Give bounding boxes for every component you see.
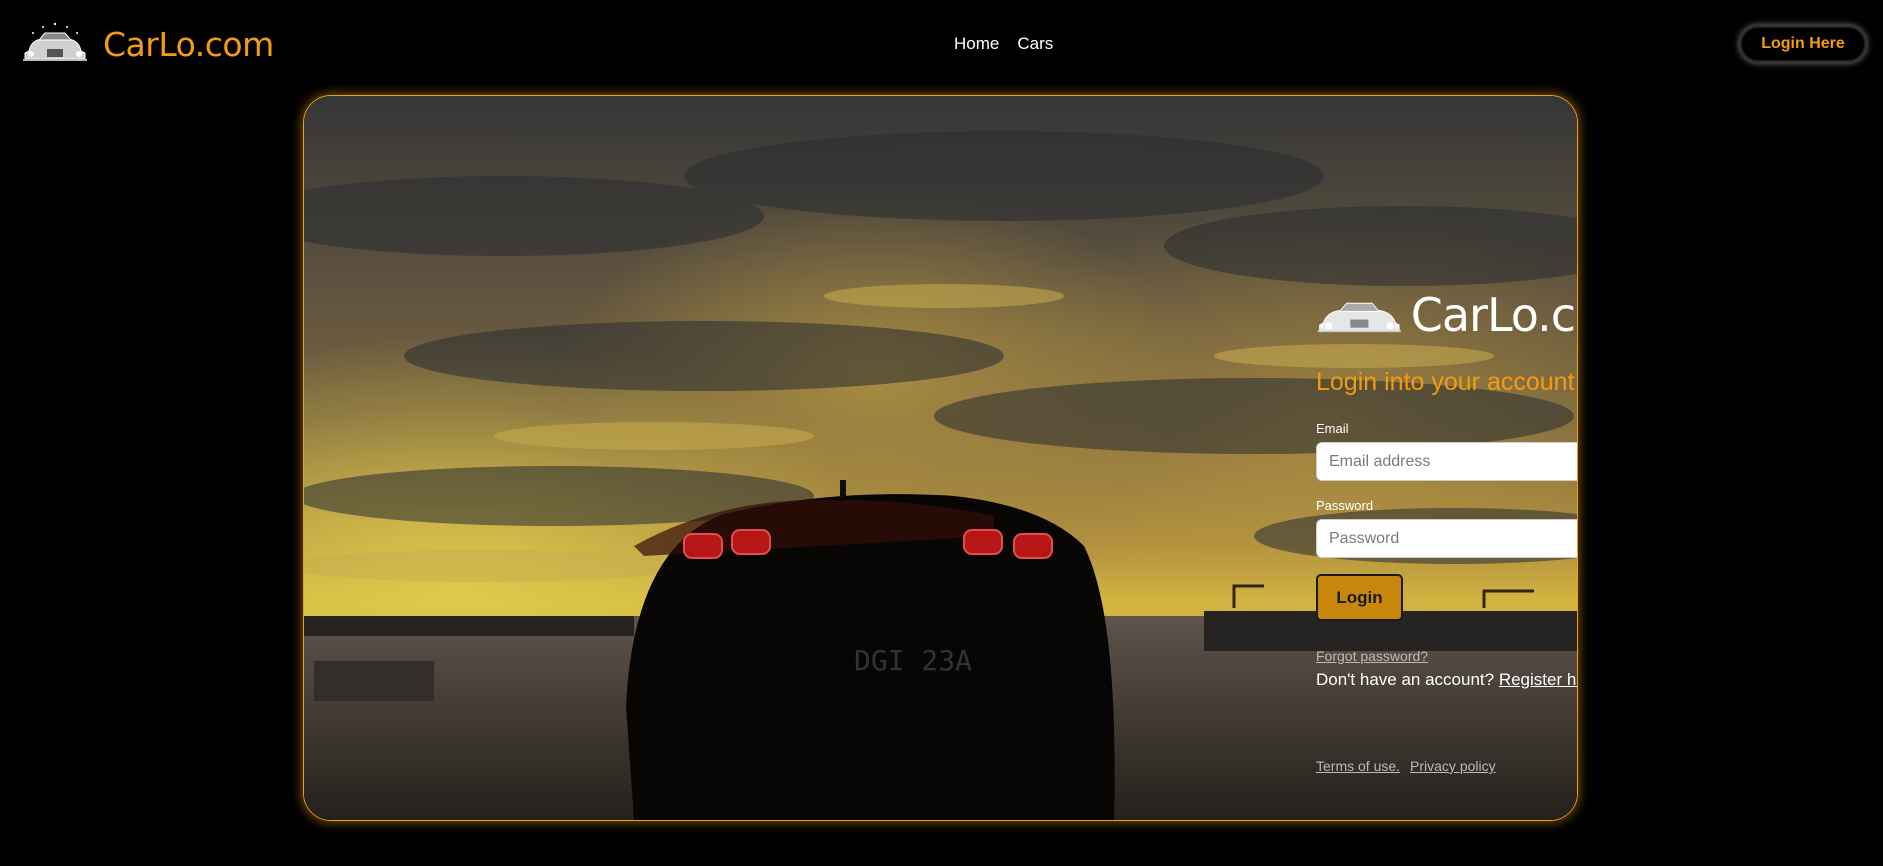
nav-link-home[interactable]: Home [954,34,999,54]
register-link[interactable]: Register here [1499,670,1577,689]
legal-links: Terms of use. Privacy policy [1316,758,1577,774]
login-hero-card: DGI 23A CarLo.com Login into your accoun… [303,95,1578,821]
email-input[interactable] [1316,442,1577,481]
main-nav: Home Cars [954,34,1053,54]
brand-home-link[interactable]: CarLo.com [19,14,274,74]
login-submit-button[interactable]: Login [1316,574,1403,621]
car-logo-icon [23,22,87,61]
register-prompt: Don't have an account? [1316,670,1495,689]
login-heading: Login into your account [1316,368,1575,396]
login-form: Email Password Login [1316,421,1577,621]
panel-brand: CarLo.com [1316,286,1577,344]
login-here-button[interactable]: Login Here [1740,26,1866,62]
brand-name: CarLo.com [103,24,274,64]
car-logo-icon [1317,302,1401,333]
forgot-password-link[interactable]: Forgot password? [1316,648,1428,664]
register-line: Don't have an account? Register here [1316,670,1577,690]
password-label: Password [1316,498,1374,513]
panel-brand-name: CarLo.com [1410,288,1577,342]
terms-link[interactable]: Terms of use. [1316,758,1400,774]
password-input[interactable] [1316,519,1577,558]
privacy-link[interactable]: Privacy policy [1410,758,1496,774]
top-navbar: CarLo.com Home Cars Login Here [0,0,1883,90]
login-panel: CarLo.com Login into your account Email … [1316,286,1577,774]
nav-link-cars[interactable]: Cars [1017,34,1053,54]
email-label: Email [1316,421,1349,436]
